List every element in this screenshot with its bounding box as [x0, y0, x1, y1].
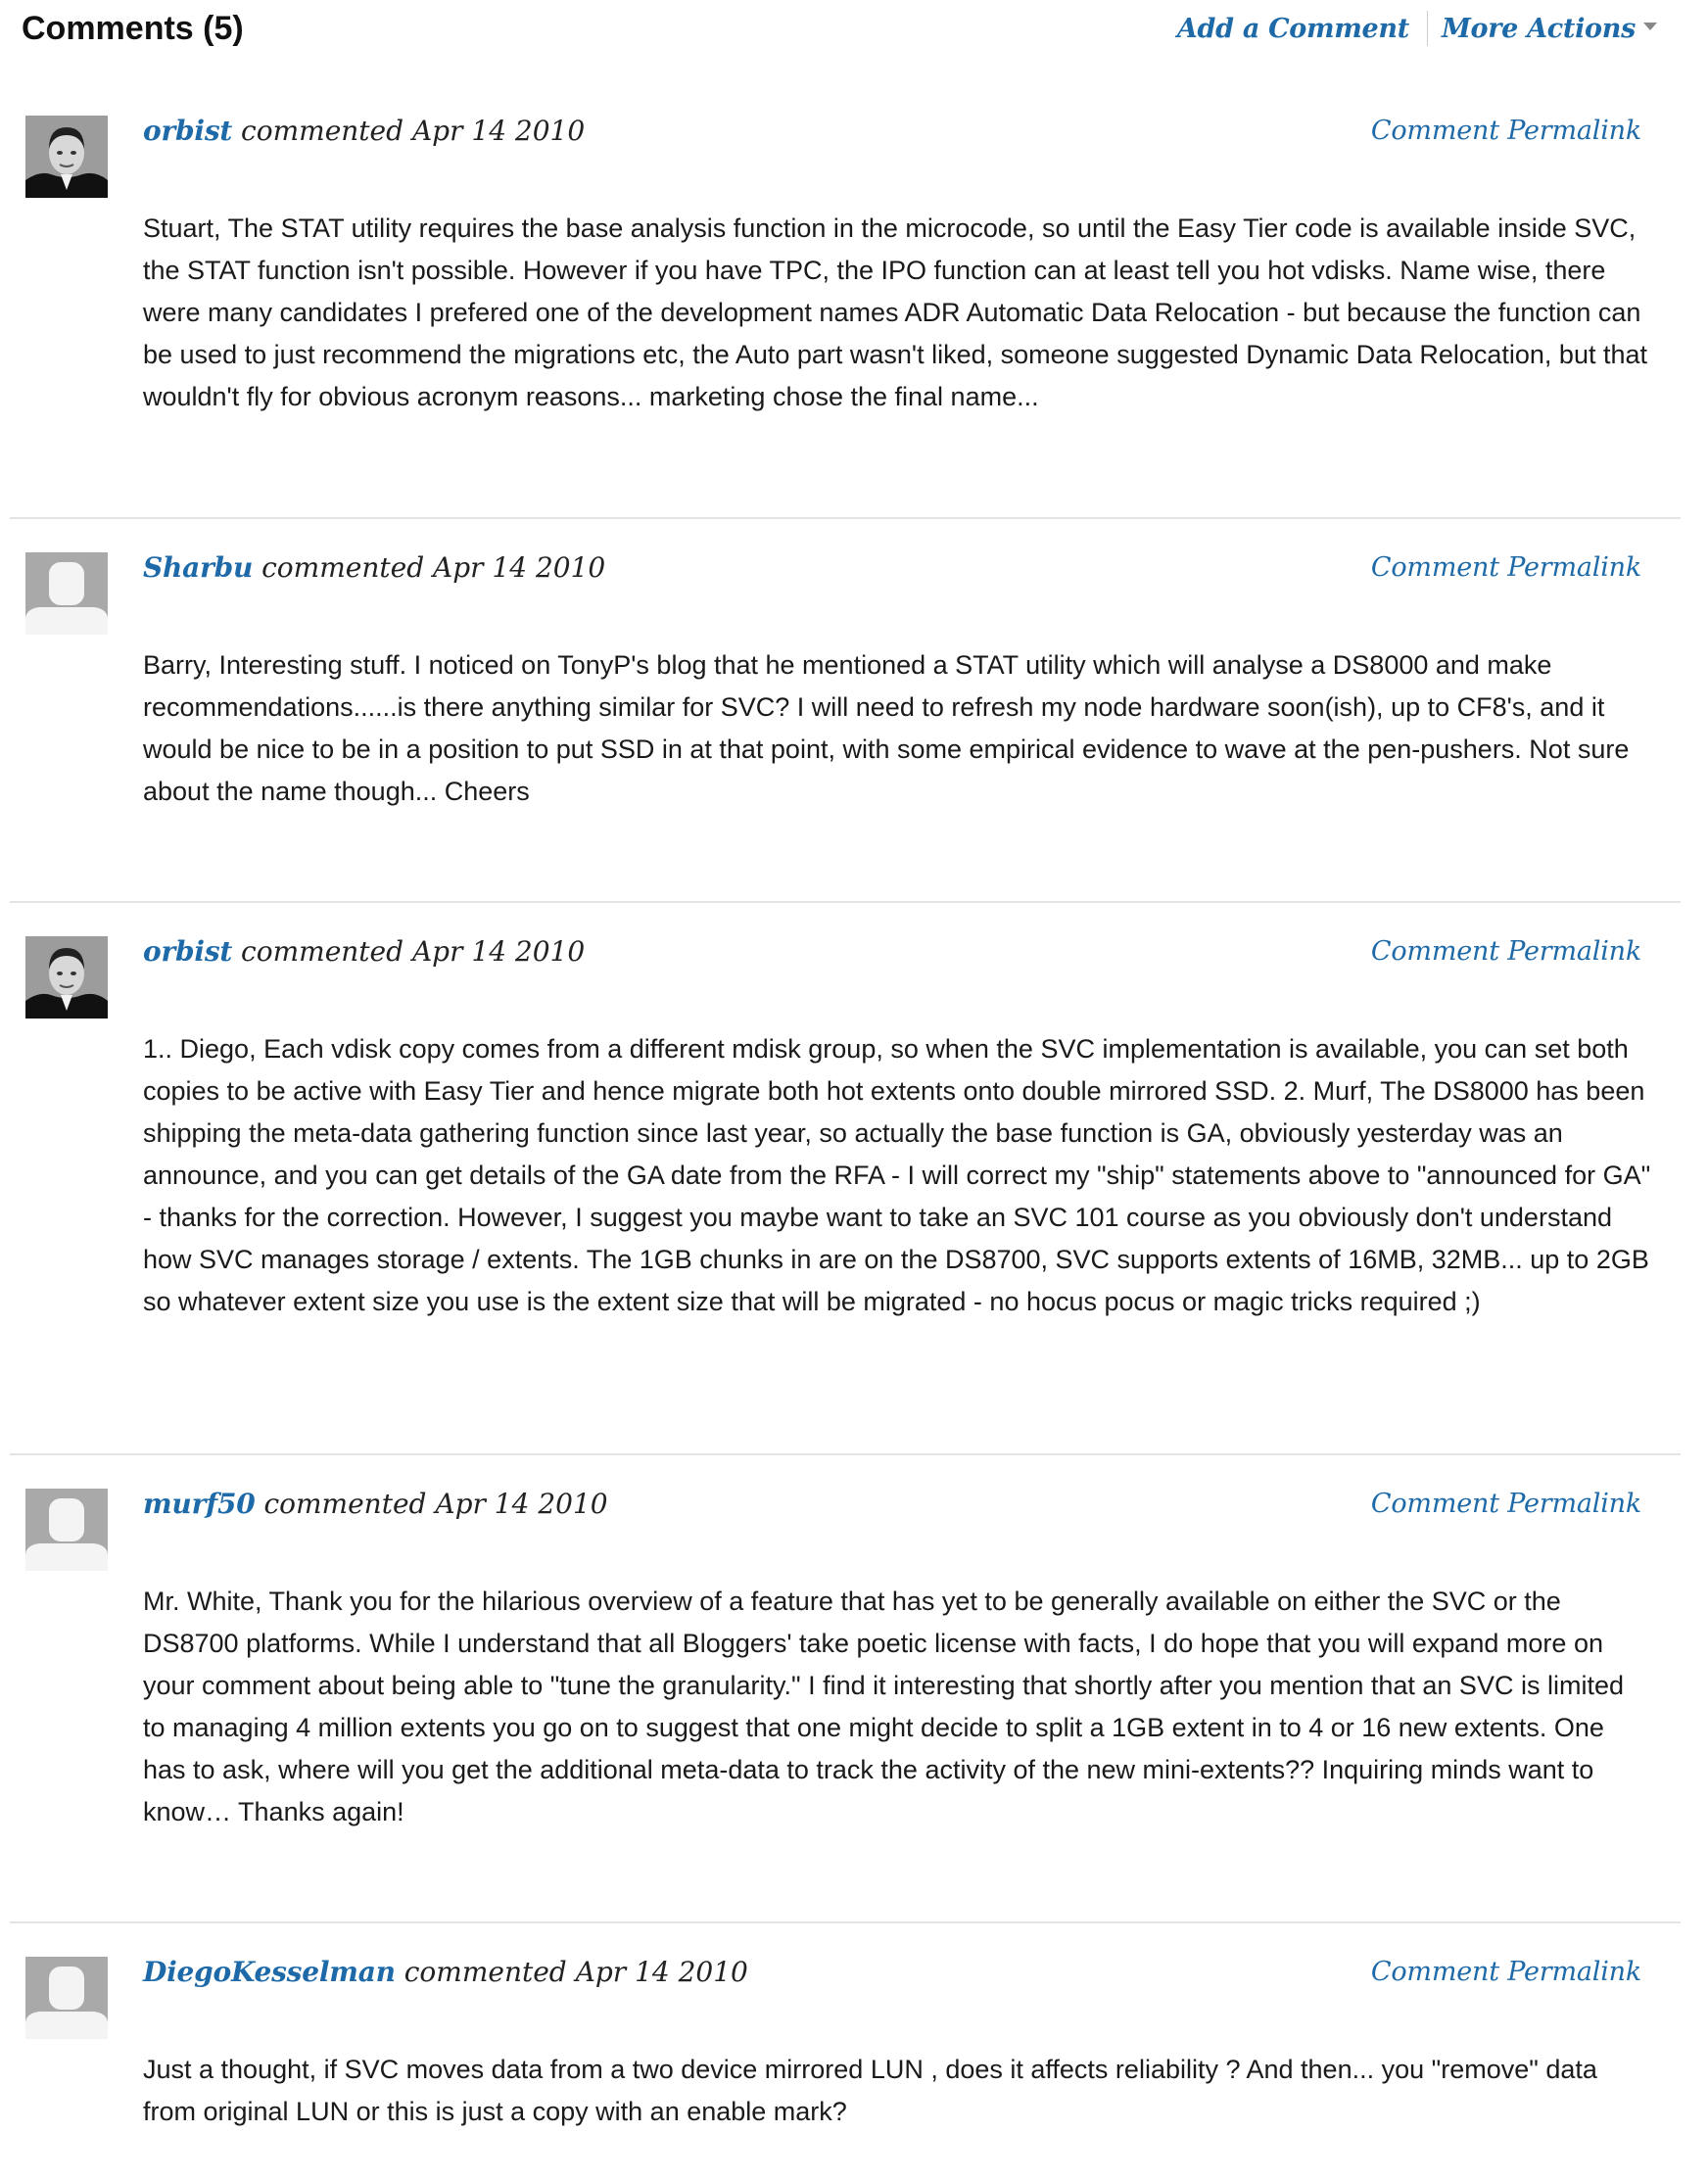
comment-body: 1.. Diego, Each vdisk copy comes from a … [143, 1034, 1651, 1316]
comment-date: Apr 14 2010 [411, 935, 586, 968]
comment-body: Just a thought, if SVC moves data from a… [143, 2055, 1597, 2126]
comment-date: Apr 14 2010 [411, 115, 586, 147]
default-user-avatar-icon[interactable] [25, 552, 108, 635]
comment-list: orbist commented Apr 14 2010 Comment Per… [10, 114, 1681, 2180]
comment-date: Apr 14 2010 [433, 551, 606, 584]
default-user-avatar-icon[interactable] [25, 1957, 108, 2039]
comment-item: murf50 commented Apr 14 2010 Comment Per… [10, 1487, 1681, 1923]
comment-action: commented [241, 115, 404, 147]
comment-action: commented [263, 1488, 427, 1520]
comment-permalink[interactable]: Comment Permalink [1371, 550, 1641, 586]
comment-action: commented [403, 1956, 567, 1988]
comment-body: Stuart, The STAT utility requires the ba… [143, 213, 1647, 411]
comment-action: commented [261, 551, 425, 584]
comment-item: DiegoKesselman commented Apr 14 2010 Com… [10, 1955, 1681, 2180]
comment-body: Mr. White, Thank you for the hilarious o… [143, 1587, 1624, 1826]
comment-author-link[interactable]: Sharbu [143, 551, 253, 584]
comment-author-link[interactable]: murf50 [143, 1488, 256, 1520]
action-separator [1426, 11, 1428, 46]
comment-divider [10, 901, 1681, 903]
user-photo-avatar[interactable] [25, 116, 108, 198]
comment-permalink[interactable]: Comment Permalink [1371, 114, 1641, 149]
comment-meta: orbist commented Apr 14 2010 [143, 114, 585, 149]
comment-body: Barry, Interesting stuff. I noticed on T… [143, 650, 1630, 806]
more-actions-menu[interactable]: More Actions [1442, 14, 1636, 44]
comment-permalink[interactable]: Comment Permalink [1371, 1955, 1641, 1990]
add-comment-link[interactable]: Add a Comment [1177, 14, 1409, 44]
comments-header: Comments (5) Add a Comment More Actions [0, 0, 1708, 59]
comment-meta: Sharbu commented Apr 14 2010 [143, 550, 605, 586]
comment-meta: DiegoKesselman commented Apr 14 2010 [143, 1955, 748, 1990]
comment-date: Apr 14 2010 [575, 1956, 748, 1988]
comment-author-link[interactable]: orbist [143, 115, 232, 147]
comment-date: Apr 14 2010 [435, 1488, 608, 1520]
comment-meta: murf50 commented Apr 14 2010 [143, 1487, 608, 1522]
chevron-down-icon[interactable] [1643, 23, 1657, 30]
user-photo-avatar[interactable] [25, 936, 108, 1019]
comment-divider [10, 517, 1681, 519]
comment-actions: Add a Comment More Actions [1177, 11, 1657, 46]
comment-permalink[interactable]: Comment Permalink [1371, 1487, 1641, 1522]
comment-item: orbist commented Apr 14 2010 Comment Per… [10, 934, 1681, 1455]
comment-permalink[interactable]: Comment Permalink [1371, 934, 1641, 970]
comments-title: Comments (5) [22, 10, 244, 47]
comment-item: orbist commented Apr 14 2010 Comment Per… [10, 114, 1681, 519]
default-user-avatar-icon[interactable] [25, 1489, 108, 1571]
comment-divider [10, 1921, 1681, 1923]
comment-author-link[interactable]: orbist [143, 935, 232, 968]
comment-action: commented [241, 935, 404, 968]
comment-divider [10, 1453, 1681, 1455]
comment-author-link[interactable]: DiegoKesselman [143, 1956, 396, 1988]
comment-item: Sharbu commented Apr 14 2010 Comment Per… [10, 550, 1681, 903]
comment-meta: orbist commented Apr 14 2010 [143, 934, 585, 970]
